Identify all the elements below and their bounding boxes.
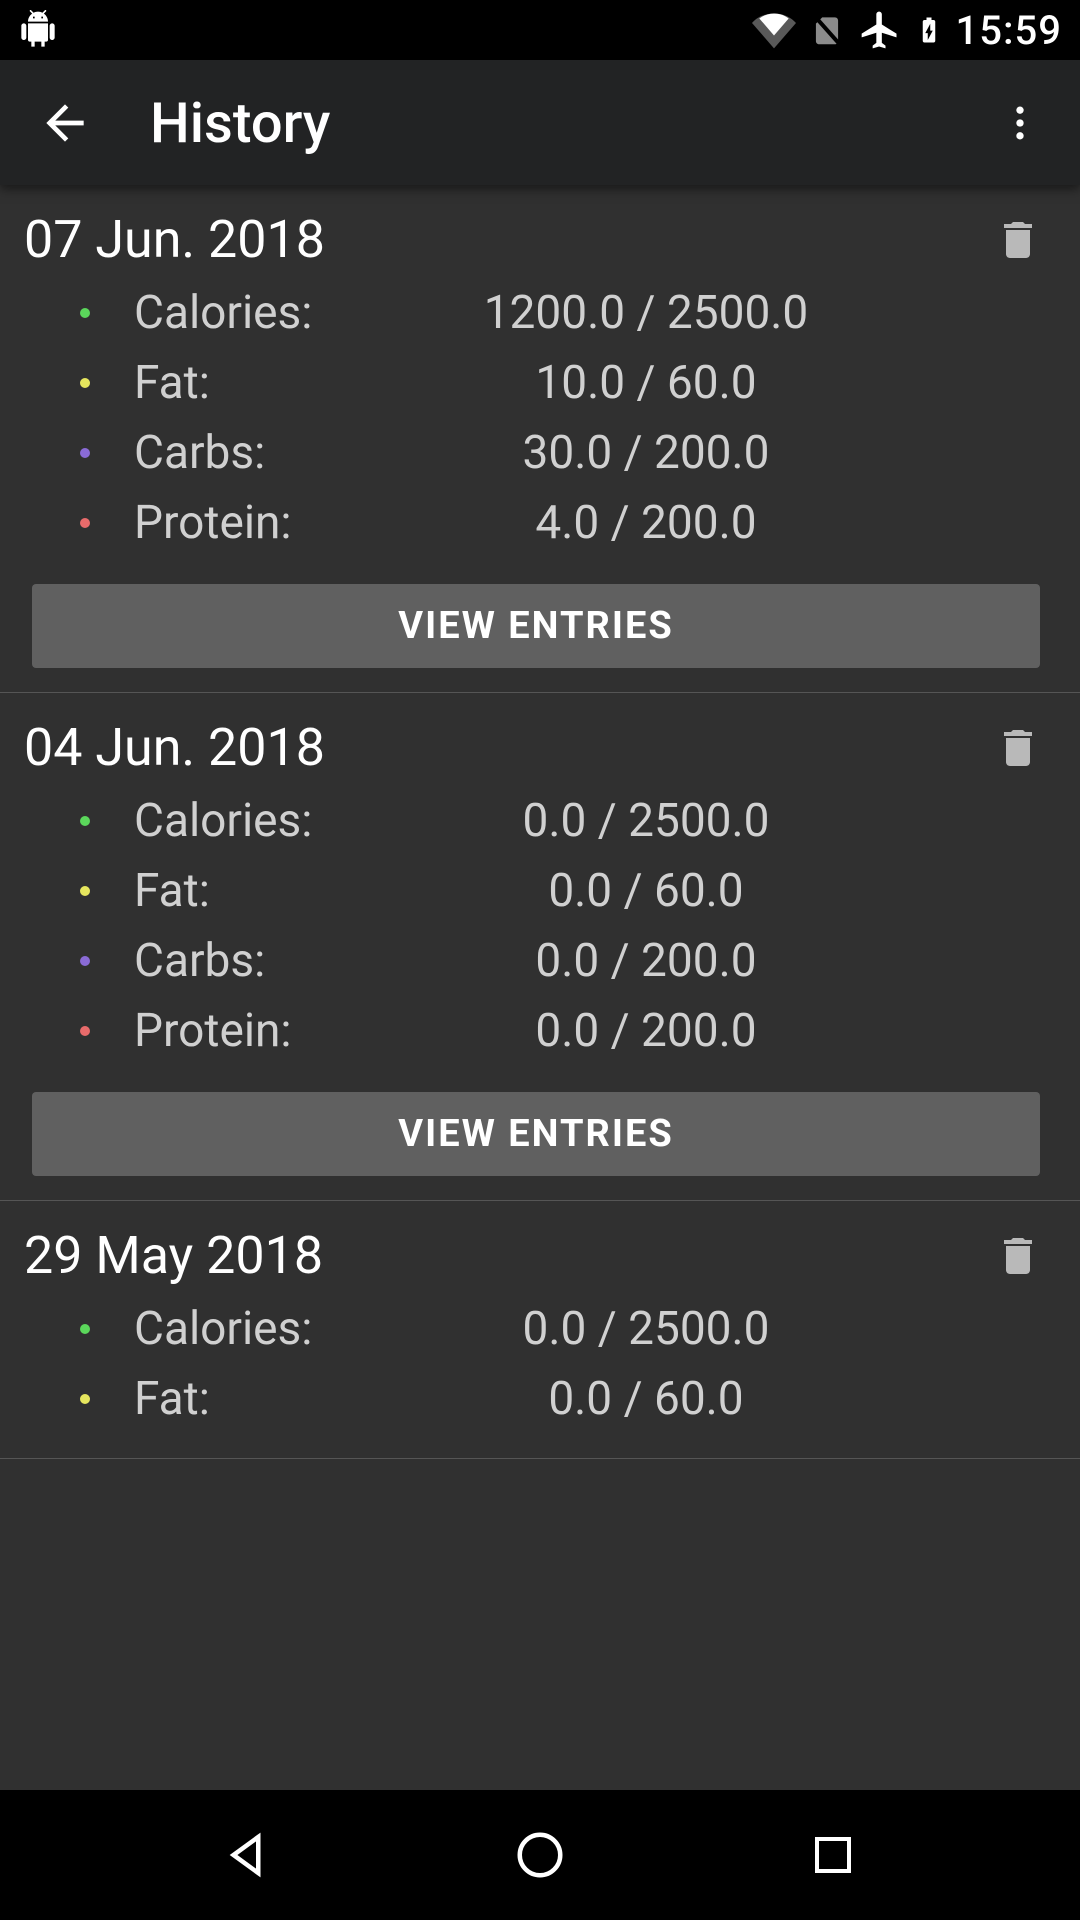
metric-value: 30.0 / 200.0 — [384, 426, 1048, 480]
bullet-icon — [80, 1324, 90, 1334]
bullet-icon — [80, 1026, 90, 1036]
metric-label: Carbs: — [134, 426, 384, 480]
nav-recents-button[interactable] — [788, 1810, 878, 1900]
metric-value: 0.0 / 60.0 — [384, 1372, 1048, 1426]
metric-value: 0.0 / 2500.0 — [384, 1302, 1048, 1356]
day-date: 29 May 2018 — [24, 1225, 988, 1286]
metric-label: Protein: — [134, 1004, 384, 1058]
bullet-icon — [80, 1394, 90, 1404]
metric-label: Fat: — [134, 864, 384, 918]
arrow-back-icon — [37, 95, 93, 151]
day-date: 07 Jun. 2018 — [24, 209, 988, 270]
bullet-icon — [80, 886, 90, 896]
metric-label: Calories: — [134, 1302, 384, 1356]
more-options-button[interactable] — [990, 101, 1050, 145]
metric-row-calories: Calories:0.0 / 2500.0 — [24, 786, 1048, 856]
metric-row-carbs: Carbs:30.0 / 200.0 — [24, 418, 1048, 488]
metric-row-fat: Fat:10.0 / 60.0 — [24, 348, 1048, 418]
airplane-mode-icon — [858, 8, 902, 52]
metric-row-protein: Protein:4.0 / 200.0 — [24, 488, 1048, 558]
metric-row-fat: Fat:0.0 / 60.0 — [24, 856, 1048, 926]
metric-value: 1200.0 / 2500.0 — [384, 286, 1048, 340]
app-bar: History — [0, 60, 1080, 185]
nav-home-button[interactable] — [495, 1810, 585, 1900]
status-clock: 15:59 — [956, 7, 1062, 54]
metric-value: 4.0 / 200.0 — [384, 496, 1048, 550]
wifi-icon — [752, 8, 796, 52]
metric-label: Calories: — [134, 286, 384, 340]
page-title: History — [150, 90, 990, 156]
history-day-card: 29 May 2018Calories:0.0 / 2500.0Fat:0.0 … — [0, 1201, 1080, 1459]
circle-home-icon — [513, 1828, 567, 1882]
metric-label: Carbs: — [134, 934, 384, 988]
card-header: 29 May 2018 — [24, 1225, 1048, 1286]
bullet-icon — [80, 816, 90, 826]
triangle-back-icon — [220, 1828, 274, 1882]
view-entries-button[interactable]: VIEW ENTRIES — [32, 584, 1040, 668]
metric-label: Protein: — [134, 496, 384, 550]
back-button[interactable] — [30, 95, 100, 151]
no-sim-icon — [808, 8, 846, 52]
system-navigation-bar — [0, 1790, 1080, 1920]
metric-value: 0.0 / 2500.0 — [384, 794, 1048, 848]
bullet-icon — [80, 308, 90, 318]
history-day-card: 07 Jun. 2018Calories:1200.0 / 2500.0Fat:… — [0, 185, 1080, 693]
bullet-icon — [80, 448, 90, 458]
metric-row-fat: Fat:0.0 / 60.0 — [24, 1364, 1048, 1434]
delete-day-button[interactable] — [988, 210, 1048, 270]
history-day-card: 04 Jun. 2018Calories:0.0 / 2500.0Fat:0.0… — [0, 693, 1080, 1201]
history-list: 07 Jun. 2018Calories:1200.0 / 2500.0Fat:… — [0, 185, 1080, 1790]
nav-back-button[interactable] — [202, 1810, 292, 1900]
trash-icon — [994, 213, 1042, 267]
delete-day-button[interactable] — [988, 718, 1048, 778]
metric-value: 0.0 / 200.0 — [384, 934, 1048, 988]
metric-row-carbs: Carbs:0.0 / 200.0 — [24, 926, 1048, 996]
battery-charging-icon — [914, 8, 944, 52]
trash-icon — [994, 721, 1042, 775]
view-entries-button[interactable]: VIEW ENTRIES — [32, 1092, 1040, 1176]
metric-label: Calories: — [134, 794, 384, 848]
metric-value: 0.0 / 60.0 — [384, 864, 1048, 918]
system-status-bar: 15:59 — [0, 0, 1080, 60]
card-header: 07 Jun. 2018 — [24, 209, 1048, 270]
day-date: 04 Jun. 2018 — [24, 717, 988, 778]
metric-row-protein: Protein:0.0 / 200.0 — [24, 996, 1048, 1066]
bullet-icon — [80, 518, 90, 528]
metric-row-calories: Calories:1200.0 / 2500.0 — [24, 278, 1048, 348]
metric-row-calories: Calories:0.0 / 2500.0 — [24, 1294, 1048, 1364]
android-head-icon — [18, 10, 58, 50]
bullet-icon — [80, 956, 90, 966]
metric-value: 0.0 / 200.0 — [384, 1004, 1048, 1058]
more-vert-icon — [998, 101, 1042, 145]
metric-label: Fat: — [134, 1372, 384, 1426]
metric-label: Fat: — [134, 356, 384, 410]
square-recents-icon — [809, 1831, 857, 1879]
trash-icon — [994, 1229, 1042, 1283]
delete-day-button[interactable] — [988, 1226, 1048, 1286]
card-header: 04 Jun. 2018 — [24, 717, 1048, 778]
bullet-icon — [80, 378, 90, 388]
metric-value: 10.0 / 60.0 — [384, 356, 1048, 410]
